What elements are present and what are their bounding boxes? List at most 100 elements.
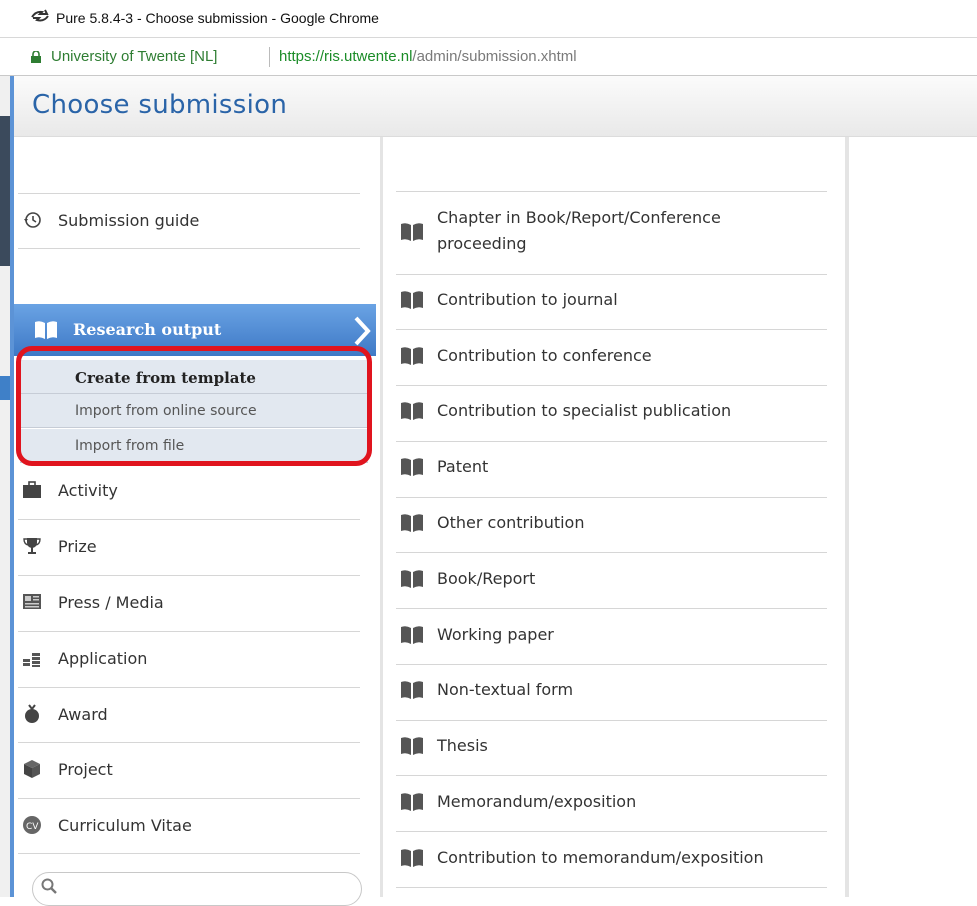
chevron-right-icon — [354, 316, 371, 346]
submenu-label: Create from template — [75, 369, 256, 387]
site-identity[interactable]: University of Twente [NL] — [51, 48, 217, 65]
menu-item-curriculum-vitae[interactable]: CV Curriculum Vitae — [18, 803, 360, 847]
menu-divider — [18, 575, 360, 576]
lock-icon — [31, 51, 41, 63]
submission-type-memorandum[interactable]: Memorandum/exposition — [396, 782, 827, 822]
submission-type-label: Non-textual form — [437, 680, 574, 699]
submenu-import-from-file[interactable]: Import from file — [20, 429, 368, 463]
list-divider — [396, 385, 827, 386]
background-dark-block — [0, 116, 10, 266]
panel-divider-left — [380, 137, 383, 897]
cv-badge-icon: CV — [23, 816, 41, 834]
submission-type-label: Contribution to specialist publication — [437, 401, 732, 420]
newspaper-icon — [23, 594, 41, 609]
submission-type-working-paper[interactable]: Working paper — [396, 615, 827, 655]
submission-type-chapter[interactable]: Chapter in Book/Report/Conference procee… — [396, 205, 827, 261]
menu-item-prize[interactable]: Prize — [18, 524, 360, 568]
submission-type-contribution-memorandum[interactable]: Contribution to memorandum/exposition — [396, 838, 827, 878]
list-divider — [396, 720, 827, 721]
submission-type-label: Patent — [437, 457, 489, 476]
submission-type-label: Thesis — [437, 736, 488, 755]
list-divider — [396, 664, 827, 665]
menu-item-project[interactable]: Project — [18, 747, 360, 791]
menu-item-application[interactable]: Application — [18, 636, 360, 680]
briefcase-icon — [23, 481, 41, 498]
submission-type-thesis[interactable]: Thesis — [396, 726, 827, 766]
list-divider — [396, 497, 827, 498]
menu-divider — [18, 248, 360, 249]
open-book-icon — [35, 321, 57, 339]
search-input[interactable] — [61, 876, 355, 900]
submission-type-label: Memorandum/exposition — [437, 792, 637, 811]
submission-type-other[interactable]: Other contribution — [396, 503, 827, 543]
menu-item-award[interactable]: Award — [18, 692, 360, 736]
submenu-create-from-template[interactable]: Create from template — [20, 360, 368, 394]
list-divider — [396, 274, 827, 275]
book-icon — [401, 223, 423, 241]
book-icon — [401, 402, 423, 420]
window-title: Pure 5.8.4-3 - Choose submission - Googl… — [56, 10, 379, 26]
dialog-header: Choose submission — [14, 76, 977, 137]
submenu-import-online-source[interactable]: Import from online source — [20, 394, 368, 428]
menu-search-box[interactable] — [32, 872, 362, 906]
panel-divider-right — [845, 137, 849, 897]
menu-item-research-output[interactable]: Research output — [14, 304, 376, 356]
address-separator — [269, 47, 270, 67]
menu-item-label: Award — [58, 705, 108, 724]
list-divider — [396, 775, 827, 776]
menu-divider — [18, 798, 360, 799]
svg-text:CV: CV — [26, 822, 39, 832]
list-divider — [396, 552, 827, 553]
book-icon — [401, 458, 423, 476]
submission-type-label: Contribution to memorandum/exposition — [437, 848, 764, 867]
book-icon — [401, 291, 423, 309]
menu-item-label: Press / Media — [58, 593, 164, 612]
list-divider — [396, 831, 827, 832]
menu-item-label: Prize — [58, 537, 97, 556]
list-divider — [396, 608, 827, 609]
browser-title-bar: Pure 5.8.4-3 - Choose submission - Googl… — [0, 0, 977, 38]
book-icon — [401, 681, 423, 699]
list-divider — [396, 191, 827, 192]
menu-divider — [18, 742, 360, 743]
menu-item-label: Application — [58, 649, 148, 668]
menu-item-label: Research output — [73, 320, 222, 339]
menu-divider — [18, 687, 360, 688]
menu-item-press-media[interactable]: Press / Media — [18, 580, 360, 624]
cube-icon — [24, 760, 40, 778]
submission-type-label: Other contribution — [437, 513, 585, 532]
coins-icon — [23, 653, 40, 667]
page-title: Choose submission — [32, 90, 288, 120]
trophy-icon — [23, 538, 41, 554]
submission-type-conference[interactable]: Contribution to conference — [396, 336, 827, 376]
submission-type-label: Book/Report — [437, 569, 536, 588]
search-icon — [41, 878, 57, 894]
url-host: ris.utwente.nl — [324, 48, 413, 65]
book-icon — [401, 849, 423, 867]
list-divider — [396, 329, 827, 330]
menu-item-label: Curriculum Vitae — [58, 816, 192, 835]
url-text[interactable]: https://ris.utwente.nl/admin/submission.… — [279, 48, 577, 65]
book-icon — [401, 514, 423, 532]
submission-type-book-report[interactable]: Book/Report — [396, 559, 827, 599]
submission-type-journal[interactable]: Contribution to journal — [396, 280, 827, 320]
submission-type-label: Working paper — [437, 625, 554, 644]
book-icon — [401, 626, 423, 644]
submission-type-non-textual[interactable]: Non-textual form — [396, 670, 827, 710]
address-bar[interactable]: University of Twente [NL] https://ris.ut… — [0, 38, 977, 76]
menu-item-activity[interactable]: Activity — [18, 468, 360, 512]
medal-icon — [25, 704, 39, 723]
list-divider — [396, 441, 827, 442]
history-clock-icon — [24, 212, 41, 228]
menu-item-label: Submission guide — [58, 211, 200, 230]
menu-divider — [18, 853, 360, 854]
submission-type-patent[interactable]: Patent — [396, 447, 827, 487]
url-path: /admin/submission.xhtml — [412, 48, 577, 65]
book-icon — [401, 737, 423, 755]
background-blue-block — [0, 376, 10, 400]
url-scheme: https:// — [279, 48, 325, 65]
menu-divider — [18, 193, 360, 194]
menu-item-submission-guide[interactable]: Submission guide — [18, 198, 360, 242]
submission-type-specialist[interactable]: Contribution to specialist publication — [396, 391, 827, 431]
submission-type-label: Contribution to journal — [437, 290, 618, 309]
